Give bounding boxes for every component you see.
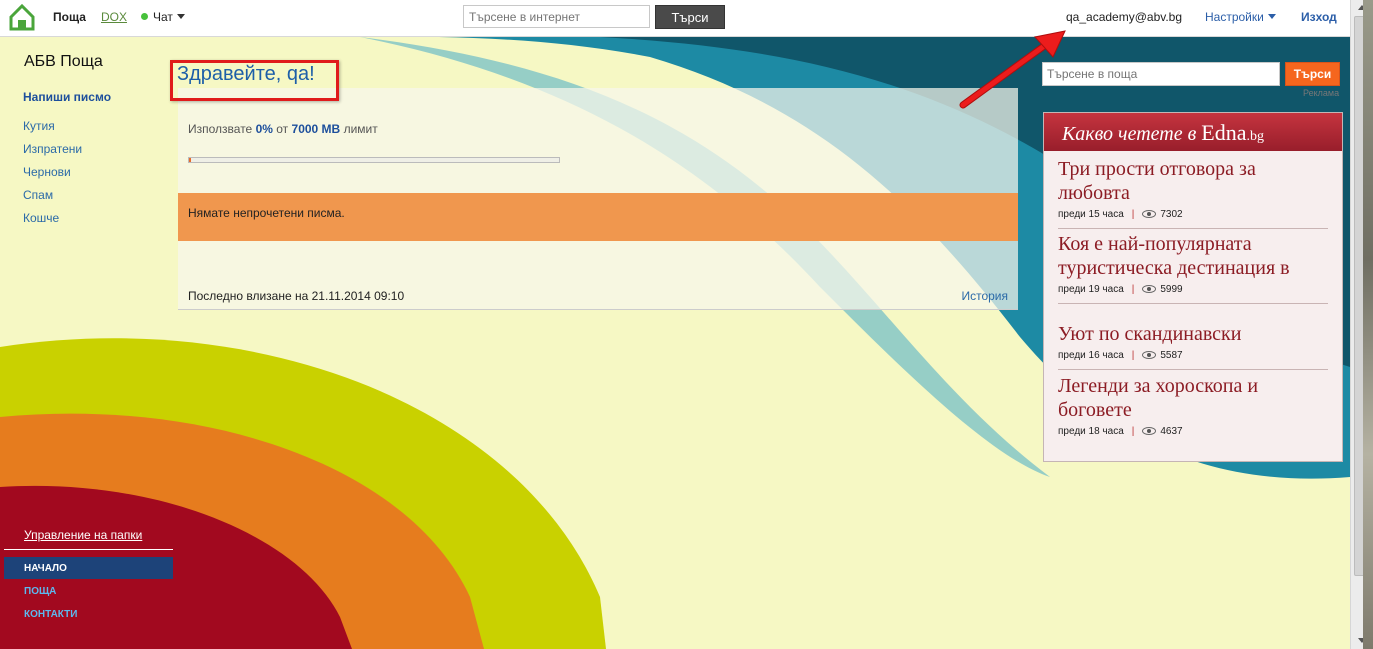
edna-article[interactable]: Коя е най-популярната туристическа дести… [1058,229,1328,304]
edna-article[interactable]: Легенди за хороскопа и боговете преди 18… [1058,370,1328,445]
eye-icon [1142,210,1157,218]
edna-article-time: преди 16 часа [1058,350,1124,361]
quota-progress-bar [188,157,560,163]
summary-panel: Използвате 0% от 7000 MB лимит Нямате не… [178,88,1018,310]
chat-label: Чат [153,10,173,24]
edna-article-title[interactable]: Легенди за хороскопа и боговете [1058,374,1328,422]
folder-list: Кутия Изпратени Чернови Спам Кошче [23,119,82,234]
quota-used: 0% [255,122,273,136]
nav-mail[interactable]: Поща [53,10,86,24]
quota-progress-fill [189,158,191,162]
mail-search-button[interactable]: Търси [1285,62,1340,86]
edna-article[interactable]: Уют по скандинавски преди 16 часа | 5587 [1058,304,1328,370]
folder-sent[interactable]: Изпратени [23,142,82,165]
edna-brand-suffix: .bg [1246,129,1264,144]
edna-article-views: 5587 [1160,350,1183,361]
mail-search-input[interactable] [1042,62,1280,86]
settings-label: Настройки [1205,10,1264,24]
folder-spam[interactable]: Спам [23,188,82,211]
edna-article-title[interactable]: Три прости отговора за любовта [1058,157,1328,205]
edna-article-time: преди 15 часа [1058,209,1124,220]
edna-article-time: преди 18 часа [1058,426,1124,437]
quota-total: 7000 MB [291,122,341,136]
ad-label: Реклама [1303,88,1340,98]
home-icon[interactable] [9,3,35,31]
edna-header[interactable]: Какво четете в Edna.bg [1044,113,1342,151]
app-title: АБВ Поща [24,53,103,70]
edna-article-views: 7302 [1160,209,1183,220]
eye-icon [1142,285,1157,293]
edna-widget: Какво четете в Edna.bg Три прости отгово… [1043,112,1343,462]
edna-brand: Edna [1201,120,1247,145]
last-login-text: Последно влизане на 21.11.2014 09:10 [188,289,405,303]
settings-menu[interactable]: Настройки [1205,10,1276,24]
chevron-down-icon [176,14,185,19]
edna-article-meta: преди 16 часа | 5587 [1058,350,1183,361]
unread-notice: Нямате непрочетени писма. [178,193,1018,241]
eye-icon [1142,427,1157,435]
manage-folders-link[interactable]: Управление на папки [24,528,142,542]
web-search-input[interactable] [463,5,650,28]
history-link[interactable]: История [961,289,1008,303]
annotation-arrow-icon [959,30,1066,109]
folder-drafts[interactable]: Чернови [23,165,82,188]
user-account[interactable]: qa_academy@abv.bg [1066,10,1182,24]
bottom-nav-mail[interactable]: ПОЩА [4,580,173,602]
chevron-down-icon [1267,14,1276,19]
online-status-icon [141,13,148,20]
edna-article-views: 5999 [1160,284,1183,295]
bottom-nav-contacts[interactable]: КОНТАКТИ [4,603,173,625]
edna-article[interactable]: Три прости отговора за любовта преди 15 … [1058,151,1328,229]
edna-article-title[interactable]: Коя е най-популярната туристическа дести… [1058,232,1328,280]
top-bar: Поща DOX Чат Търси qa_academy@abv.bg Нас… [0,0,1350,37]
logout-link[interactable]: Изход [1301,10,1337,24]
bottom-nav-home[interactable]: НАЧАЛО [4,557,173,579]
edna-article-meta: преди 18 часа | 4637 [1058,426,1183,437]
quota-prefix: Използвате [188,122,253,136]
chat-menu[interactable]: Чат [141,10,185,24]
edna-article-views: 4637 [1160,426,1183,437]
folder-trash[interactable]: Кошче [23,211,82,234]
compose-button[interactable]: Напиши писмо [23,90,111,104]
eye-icon [1142,351,1157,359]
desktop-background-edge [1363,0,1373,649]
folder-inbox[interactable]: Кутия [23,119,82,142]
annotation-highlight-box [170,60,339,101]
edna-heading: Какво четете в [1062,123,1197,145]
nav-dox-link[interactable]: DOX [101,10,127,24]
edna-article-title[interactable]: Уют по скандинавски [1058,322,1328,346]
edna-article-time: преди 19 часа [1058,284,1124,295]
divider [4,549,173,550]
edna-article-meta: преди 19 часа | 5999 [1058,284,1183,295]
quota-mid: от [276,122,289,136]
web-search-button[interactable]: Търси [655,5,725,29]
quota-suffix: лимит [343,122,378,136]
quota-text: Използвате 0% от 7000 MB лимит [188,122,378,136]
edna-article-meta: преди 15 часа | 7302 [1058,209,1183,220]
